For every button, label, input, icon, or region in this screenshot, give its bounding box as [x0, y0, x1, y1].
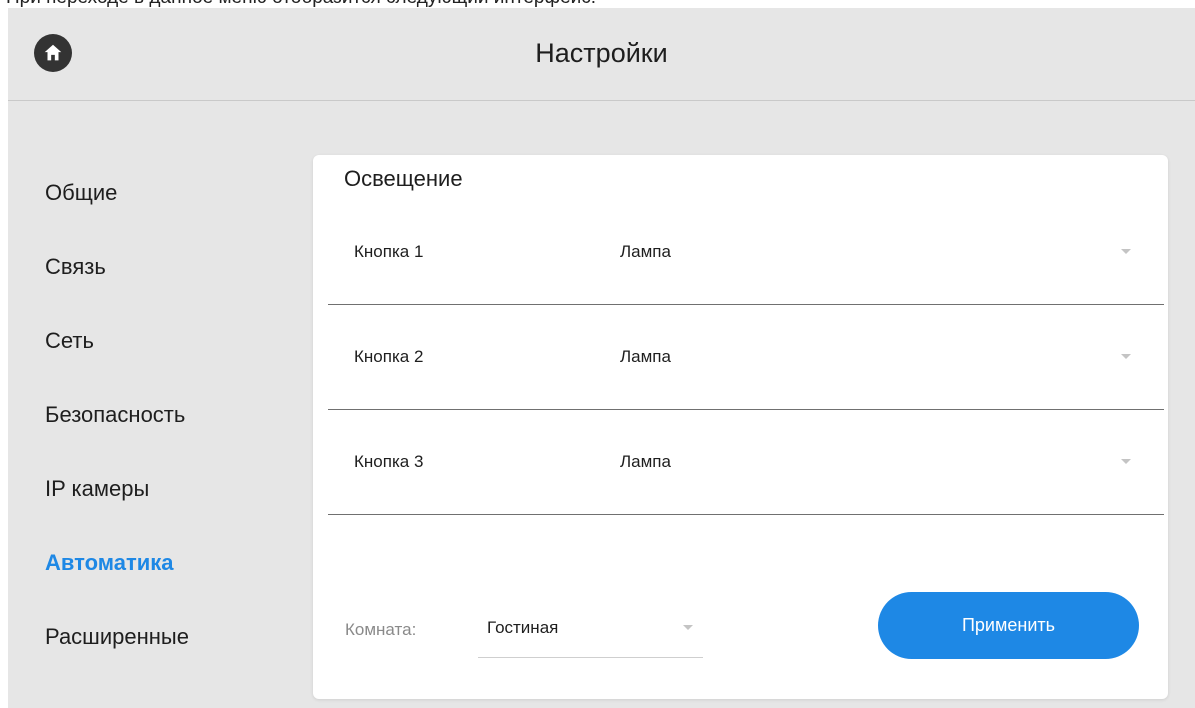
apply-button[interactable]: Применить	[878, 592, 1139, 659]
row-value: Лампа	[620, 347, 671, 366]
sidebar-item-automation[interactable]: Автоматика	[45, 540, 189, 614]
room-value: Гостиная	[487, 618, 559, 637]
row-label: Кнопка 1	[354, 242, 424, 261]
button-3-select[interactable]: Кнопка 3 Лампа	[328, 409, 1164, 515]
dropdown-arrow-icon	[1121, 249, 1131, 254]
row-value: Лампа	[620, 452, 671, 471]
sidebar-item-network[interactable]: Сеть	[45, 318, 189, 392]
room-select[interactable]: Гостиная	[478, 601, 703, 658]
sidebar-item-general[interactable]: Общие	[45, 170, 189, 244]
sidebar-item-communication[interactable]: Связь	[45, 244, 189, 318]
dropdown-arrow-icon	[1121, 459, 1131, 464]
button-1-select[interactable]: Кнопка 1 Лампа	[328, 199, 1164, 305]
button-2-select[interactable]: Кнопка 2 Лампа	[328, 304, 1164, 410]
section-title: Освещение	[344, 166, 463, 191]
row-value: Лампа	[620, 242, 671, 261]
lighting-panel: Освещение Кнопка 1 Лампа Кнопка 2 Лампа …	[313, 155, 1168, 699]
dropdown-arrow-icon	[1121, 354, 1131, 359]
dropdown-arrow-icon	[683, 625, 693, 630]
sidebar-item-advanced[interactable]: Расширенные	[45, 614, 189, 688]
row-label: Кнопка 3	[354, 452, 424, 471]
room-label: Комната:	[345, 620, 417, 639]
row-label: Кнопка 2	[354, 347, 424, 366]
top-bar: Настройки	[8, 8, 1195, 101]
sidebar: Общие Связь Сеть Безопасность IP камеры …	[45, 170, 189, 688]
sidebar-item-security[interactable]: Безопасность	[45, 392, 189, 466]
settings-screen: Настройки Общие Связь Сеть Безопасность …	[8, 8, 1195, 708]
sidebar-item-ip-cameras[interactable]: IP камеры	[45, 466, 189, 540]
page-title: Настройки	[535, 38, 668, 68]
